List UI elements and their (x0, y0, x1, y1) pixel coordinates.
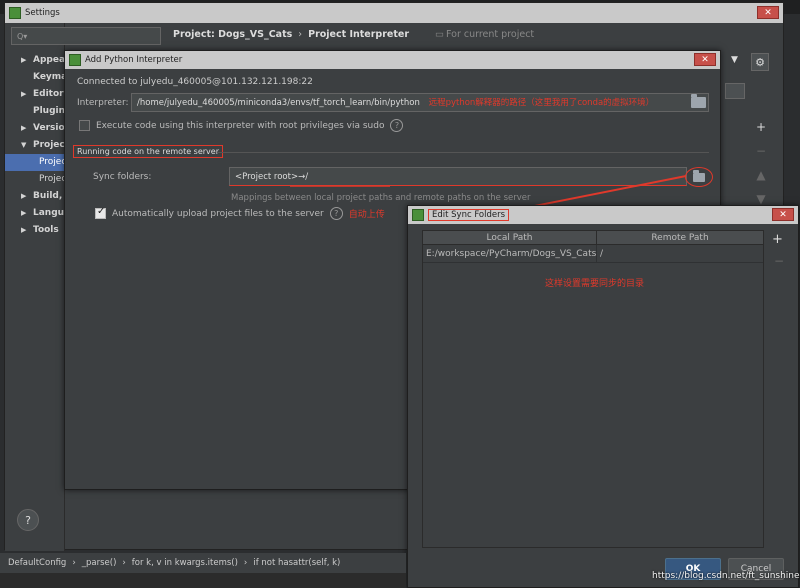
breadcrumb-hint: For current project (446, 28, 535, 40)
pycharm-icon (69, 54, 81, 66)
remove-mapping-button[interactable]: − (774, 254, 784, 268)
sync-annotation: 这样设置需要同步的目录 (545, 279, 645, 289)
pycharm-icon (412, 209, 424, 221)
sidebar-item-label: Projec (39, 157, 67, 167)
sidebar-item-6[interactable]: Projec (5, 154, 67, 171)
auto-upload-row: Automatically upload project files to th… (95, 206, 385, 220)
add-mapping-button[interactable]: + (772, 232, 783, 247)
edit-sync-titlebar: Edit Sync Folders ✕ (408, 206, 798, 224)
close-button[interactable]: ✕ (757, 6, 779, 19)
add-interpreter-titlebar: Add Python Interpreter ✕ (65, 51, 720, 69)
editor-bottom (0, 573, 406, 588)
package-tool-0[interactable]: + (756, 120, 766, 136)
sync-close-button[interactable]: ✕ (772, 208, 794, 221)
section-divider (217, 152, 709, 153)
sudo-row: Execute code using this interpreter with… (79, 119, 404, 132)
sync-folders-label: Sync folders: (93, 172, 152, 182)
sidebar-item-label: Projec (39, 174, 67, 184)
add-interpreter-title: Add Python Interpreter (85, 55, 183, 65)
help-icon[interactable]: ? (329, 207, 343, 220)
sidebar-item-0[interactable]: ▶ Appeara (5, 52, 76, 69)
connected-label: Connected to julyedu_460005@101.132.121.… (77, 77, 313, 87)
breadcrumb-project[interactable]: Project: Dogs_VS_Cats (173, 29, 292, 40)
breadcrumb: Project: Dogs_VS_Cats › Project Interpre… (173, 25, 773, 43)
interpreter-path-value: /home/julyedu_460005/miniconda3/envs/tf_… (137, 98, 420, 108)
remote-path-cell[interactable]: / (597, 245, 763, 262)
crumb-if[interactable]: if not hasattr(self, k) (253, 558, 340, 568)
sync-table-header: Local Path Remote Path (423, 231, 763, 245)
sync-table: Local Path Remote Path E:/workspace/PyCh… (422, 230, 764, 548)
sidebar-item-10[interactable]: ▶ Tools (5, 222, 67, 239)
package-tool-1[interactable]: − (756, 144, 766, 160)
sidebar-item-5[interactable]: ▼ Project: (5, 137, 73, 154)
sidebar-item-7[interactable]: Projec (5, 171, 67, 188)
settings-sidebar-list: ▶ Appeara Keymap ▶ Editor Plugins ▶ Version ▼ Pro… (5, 52, 77, 239)
interpreter-annotation: 远程python解释器的路径（这里我用了conda的虚拟环境） (428, 98, 655, 108)
sidebar-item-2[interactable]: ▶ Editor (5, 86, 67, 103)
watermark: https://blog.csdn.net/ft_sunshine (652, 571, 800, 581)
interpreter-path-field[interactable]: /home/julyedu_460005/miniconda3/envs/tf_… (131, 93, 709, 112)
sidebar-item-9[interactable]: ▶ Languag (5, 205, 77, 222)
local-path-cell[interactable]: E:/workspace/PyCharm/Dogs_VS_Cats (423, 245, 597, 262)
crumb-sep: › (243, 558, 248, 568)
breadcrumb-separator: › (298, 28, 303, 40)
interpreter-label: Interpreter: (77, 98, 129, 108)
pycharm-icon (9, 7, 21, 19)
sidebar-item-label: Tools (33, 225, 59, 235)
help-button[interactable]: ? (17, 509, 39, 531)
remote-section-title: Running code on the remote server (73, 145, 223, 158)
table-row[interactable]: E:/workspace/PyCharm/Dogs_VS_Cats / (423, 245, 763, 263)
remote-section-title-text: Running code on the remote server (77, 147, 219, 156)
expand-arrow-icon[interactable]: ▶ (21, 120, 26, 137)
help-icon[interactable]: ? (390, 119, 404, 132)
sidebar-item-label: Editor (33, 89, 64, 99)
col-remote-path[interactable]: Remote Path (597, 231, 763, 244)
package-tool-2[interactable]: ▲ (756, 168, 765, 184)
edit-sync-dialog: Edit Sync Folders ✕ Local Path Remote Pa… (407, 205, 799, 588)
sidebar-item-4[interactable]: ▶ Version (5, 120, 71, 137)
interpreter-dropdown-arrow-icon[interactable]: ▼ (731, 55, 738, 65)
dialog-close-button[interactable]: ✕ (694, 53, 716, 66)
expand-arrow-icon[interactable]: ▶ (21, 188, 26, 205)
breadcrumb-page: Project Interpreter (308, 28, 410, 40)
expand-arrow-icon[interactable]: ▶ (21, 222, 26, 239)
interpreter-browse-icon[interactable] (691, 94, 706, 108)
auto-upload-annotation: 自动上传 (348, 210, 385, 220)
settings-titlebar: Settings ✕ (5, 3, 783, 23)
sudo-label: Execute code using this interpreter with… (96, 120, 385, 131)
sudo-checkbox[interactable] (79, 120, 90, 131)
expand-arrow-icon[interactable]: ▼ (21, 137, 26, 154)
crumb-method[interactable]: _parse() (82, 558, 117, 568)
document-icon: ▭ (435, 28, 445, 40)
sidebar-item-8[interactable]: ▶ Build, E (5, 188, 72, 205)
settings-title: Settings (25, 8, 60, 18)
crumb-class[interactable]: DefaultConfig (8, 558, 66, 568)
settings-sidebar: Q▾ ▶ Appeara Keymap ▶ Editor Plugins ▶ Version ▼… (5, 23, 161, 551)
editor-breadcrumb-bar: DefaultConfig › _parse() › for k, v in k… (0, 553, 406, 573)
annotation-underline-arrow (290, 185, 390, 187)
settings-search-input[interactable]: Q▾ (11, 27, 161, 45)
sidebar-item-3[interactable]: Plugins (5, 103, 70, 120)
expand-arrow-icon[interactable]: ▶ (21, 86, 26, 103)
folder-button[interactable] (725, 83, 745, 99)
expand-arrow-icon[interactable]: ▶ (21, 52, 26, 69)
crumb-sep: › (72, 558, 76, 568)
settings-gear-button[interactable]: ⚙ (751, 53, 769, 71)
crumb-sep: › (122, 558, 126, 568)
expand-arrow-icon[interactable]: ▶ (21, 205, 26, 222)
sync-hint: Mappings between local project paths and… (231, 193, 531, 203)
edit-sync-title: Edit Sync Folders (428, 209, 510, 221)
sidebar-item-1[interactable]: Keymap (5, 69, 74, 86)
auto-upload-label: Automatically upload project files to th… (112, 208, 324, 219)
crumb-loop[interactable]: for k, v in kwargs.items() (132, 558, 238, 568)
auto-upload-checkbox[interactable] (95, 206, 106, 219)
col-local-path[interactable]: Local Path (423, 231, 597, 244)
